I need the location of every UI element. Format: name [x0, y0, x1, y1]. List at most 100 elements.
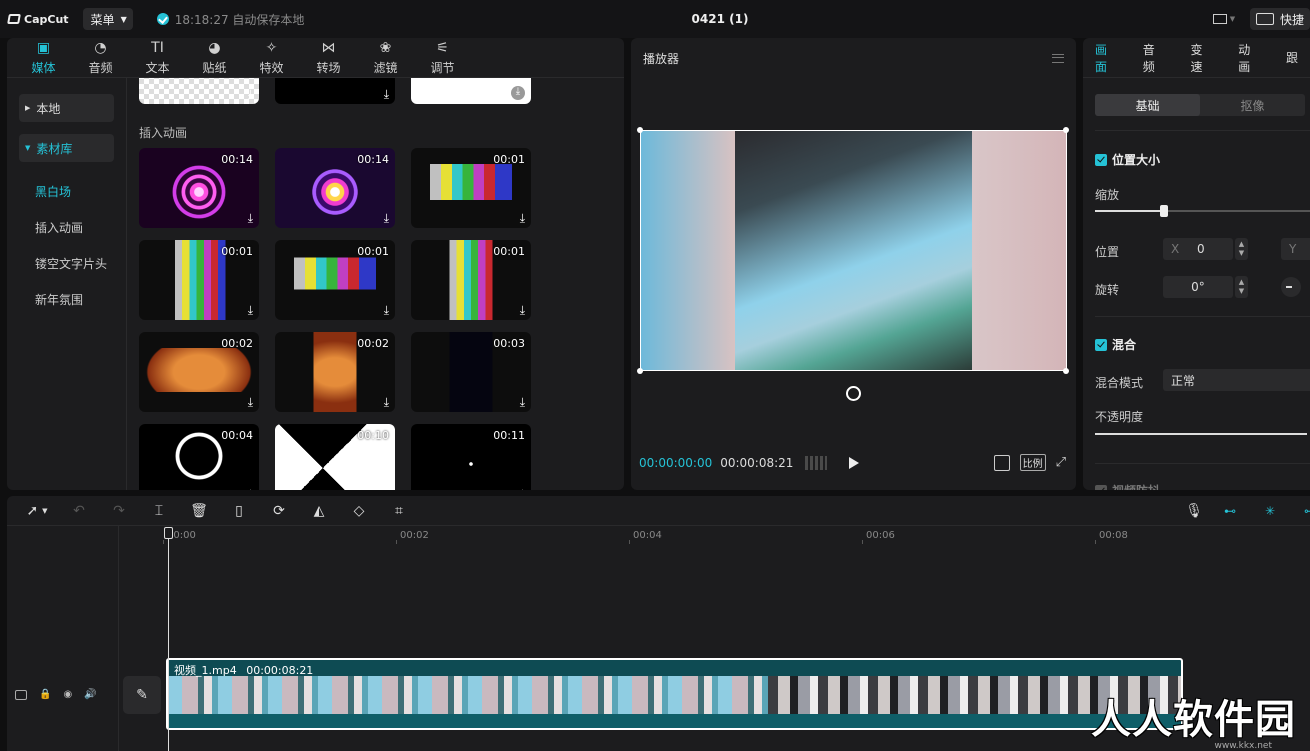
- slider-knob[interactable]: [1160, 205, 1168, 217]
- sidebar-item-black-white[interactable]: 黑白场: [19, 174, 114, 210]
- tab-media-7[interactable]: ⚟ 调节: [414, 38, 471, 77]
- position-y-field[interactable]: Y: [1281, 238, 1310, 260]
- download-icon[interactable]: ⤓: [384, 212, 389, 224]
- position-size-section[interactable]: 位置大小: [1095, 151, 1160, 168]
- download-icon[interactable]: ⤓: [248, 304, 253, 316]
- media-thumb-white[interactable]: ⤓: [411, 78, 531, 104]
- stabilize-section[interactable]: 视频防抖: [1095, 482, 1160, 490]
- redo-button[interactable]: ↷: [99, 496, 139, 526]
- sidebar-group-local[interactable]: ▶ 本地: [19, 94, 114, 122]
- crop-button[interactable]: ⌗: [379, 496, 419, 526]
- tab-media-5[interactable]: ⋈ 转场: [300, 38, 357, 77]
- tab-audio[interactable]: 音频: [1143, 41, 1166, 75]
- tab-label: 媒体: [31, 60, 56, 75]
- menu-icon[interactable]: [1052, 53, 1064, 63]
- media-thumb-bars-wide2[interactable]: 00:01 ⤓: [275, 240, 395, 320]
- download-icon[interactable]: ⤓: [520, 488, 525, 490]
- auto-snap-button[interactable]: ✳: [1257, 500, 1283, 522]
- tab-animation[interactable]: 动画: [1238, 41, 1261, 75]
- undo-button[interactable]: ↶: [59, 496, 99, 526]
- rotate-stepper[interactable]: ▲ ▼: [1235, 276, 1248, 298]
- sidebar-item-hollow-text-intro[interactable]: 镂空文字片头: [19, 246, 114, 282]
- position-x-field[interactable]: X 0: [1163, 238, 1233, 260]
- video-clip[interactable]: 视频_1.mp4 00:00:08:21: [166, 658, 1183, 730]
- rotate-field[interactable]: 0°: [1163, 276, 1233, 298]
- grid-icon[interactable]: [805, 456, 828, 470]
- play-button[interactable]: [849, 457, 859, 469]
- sidebar-group-library[interactable]: ▼ 素材库: [19, 134, 114, 162]
- download-icon[interactable]: ⤓: [520, 304, 525, 316]
- media-thumb-the-end-tall[interactable]: 00:02 ⤓: [275, 332, 395, 412]
- main-track-magnet-button[interactable]: ⊷: [1217, 500, 1243, 522]
- blend-section[interactable]: 混合: [1095, 336, 1136, 353]
- reverse-button[interactable]: ⟳: [259, 496, 299, 526]
- media-thumb-bars-tall2[interactable]: 00:01 ⤓: [411, 240, 531, 320]
- rotate-button[interactable]: ◇: [339, 496, 379, 526]
- resize-handle[interactable]: [1063, 368, 1069, 374]
- edit-cover-button[interactable]: ✎: [123, 676, 161, 714]
- mirror-button[interactable]: ◭: [299, 496, 339, 526]
- select-tool-button[interactable]: ➚ ▼: [15, 496, 59, 526]
- download-icon[interactable]: ⤓: [248, 396, 253, 408]
- tab-media-2[interactable]: TI 文本: [129, 38, 186, 77]
- layout-button[interactable]: ▼: [1206, 8, 1242, 30]
- media-thumb-the-end-wide[interactable]: 00:02 ⤓: [139, 332, 259, 412]
- tab-speed[interactable]: 变速: [1191, 41, 1214, 75]
- rotate-icon[interactable]: [846, 386, 861, 401]
- download-icon[interactable]: ⤓: [520, 212, 525, 224]
- freeze-button[interactable]: ▯: [219, 496, 259, 526]
- tab-media-1[interactable]: ◔ 音频: [72, 38, 129, 77]
- video-preview[interactable]: [640, 130, 1067, 371]
- ratio-button[interactable]: 比例: [1019, 454, 1046, 471]
- playhead[interactable]: [168, 528, 169, 751]
- delete-button[interactable]: 🗑: [179, 496, 219, 526]
- download-icon[interactable]: ⤓: [384, 304, 389, 316]
- split-button[interactable]: ⌶: [139, 496, 179, 526]
- opacity-slider[interactable]: [1095, 433, 1307, 435]
- sidebar-item-new-year[interactable]: 新年氛围: [19, 282, 114, 318]
- fit-screen-icon[interactable]: [993, 454, 1010, 471]
- download-icon[interactable]: ⤓: [520, 396, 525, 408]
- media-thumb-triangle[interactable]: 00:11 ⤓: [411, 424, 531, 490]
- rotate-knob[interactable]: [1281, 277, 1301, 297]
- tab-tracking[interactable]: 跟: [1286, 49, 1298, 66]
- shortcut-button[interactable]: 快捷: [1250, 8, 1310, 30]
- download-icon[interactable]: ⤓: [248, 488, 253, 490]
- download-icon[interactable]: ⤓: [384, 396, 389, 408]
- media-thumb-transparent[interactable]: ⤓: [139, 78, 259, 104]
- menu-button[interactable]: 菜单 ▼: [82, 8, 133, 30]
- lock-icon[interactable]: 🔒: [39, 689, 51, 700]
- cover-icon[interactable]: [15, 689, 27, 700]
- resize-handle[interactable]: [1063, 127, 1069, 133]
- eye-icon[interactable]: ◉: [63, 689, 72, 700]
- timeline-ruler[interactable]: 00:00 00:02 00:04 00:06 00:08: [119, 526, 1310, 546]
- resize-handle[interactable]: [637, 127, 643, 133]
- microphone-icon[interactable]: 🎙: [1185, 503, 1203, 519]
- tab-media-4[interactable]: ✧ 特效: [243, 38, 300, 77]
- media-thumb-bars-wide[interactable]: 00:01 ⤓: [411, 148, 531, 228]
- playhead-handle[interactable]: [164, 527, 173, 539]
- media-thumb-diamond[interactable]: 00:10 ⤓: [275, 424, 395, 490]
- media-thumb-bars-tall[interactable]: 00:01 ⤓: [139, 240, 259, 320]
- tab-video[interactable]: 画面: [1095, 41, 1118, 75]
- sidebar-item-insert-animation[interactable]: 插入动画: [19, 210, 114, 246]
- media-thumb-circle[interactable]: 00:04 ⤓: [139, 424, 259, 490]
- media-thumb-heart-purple[interactable]: 00:14 ⤓: [275, 148, 395, 228]
- seg-cutout[interactable]: 抠像: [1200, 94, 1305, 116]
- media-thumb-black[interactable]: ⤓: [275, 78, 395, 104]
- speaker-icon[interactable]: 🔊: [84, 689, 96, 700]
- resize-handle[interactable]: [637, 368, 643, 374]
- x-stepper[interactable]: ▲ ▼: [1235, 238, 1248, 260]
- linkage-button[interactable]: ⊶: [1297, 500, 1310, 522]
- download-icon[interactable]: ⤓: [248, 212, 253, 224]
- download-icon[interactable]: ⤓: [384, 488, 389, 490]
- blend-mode-select[interactable]: 正常: [1163, 369, 1310, 391]
- fullscreen-icon[interactable]: ⤢: [1056, 455, 1066, 470]
- media-thumb-heart-pink[interactable]: 00:14 ⤓: [139, 148, 259, 228]
- tab-media-0[interactable]: ▣ 媒体: [15, 38, 72, 77]
- seg-basic[interactable]: 基础: [1095, 94, 1200, 116]
- scale-slider[interactable]: [1095, 205, 1310, 217]
- media-thumb-loading[interactable]: 00:03 ⤓: [411, 332, 531, 412]
- tab-media-3[interactable]: ◕ 贴纸: [186, 38, 243, 77]
- tab-media-6[interactable]: ❀ 滤镜: [357, 38, 414, 77]
